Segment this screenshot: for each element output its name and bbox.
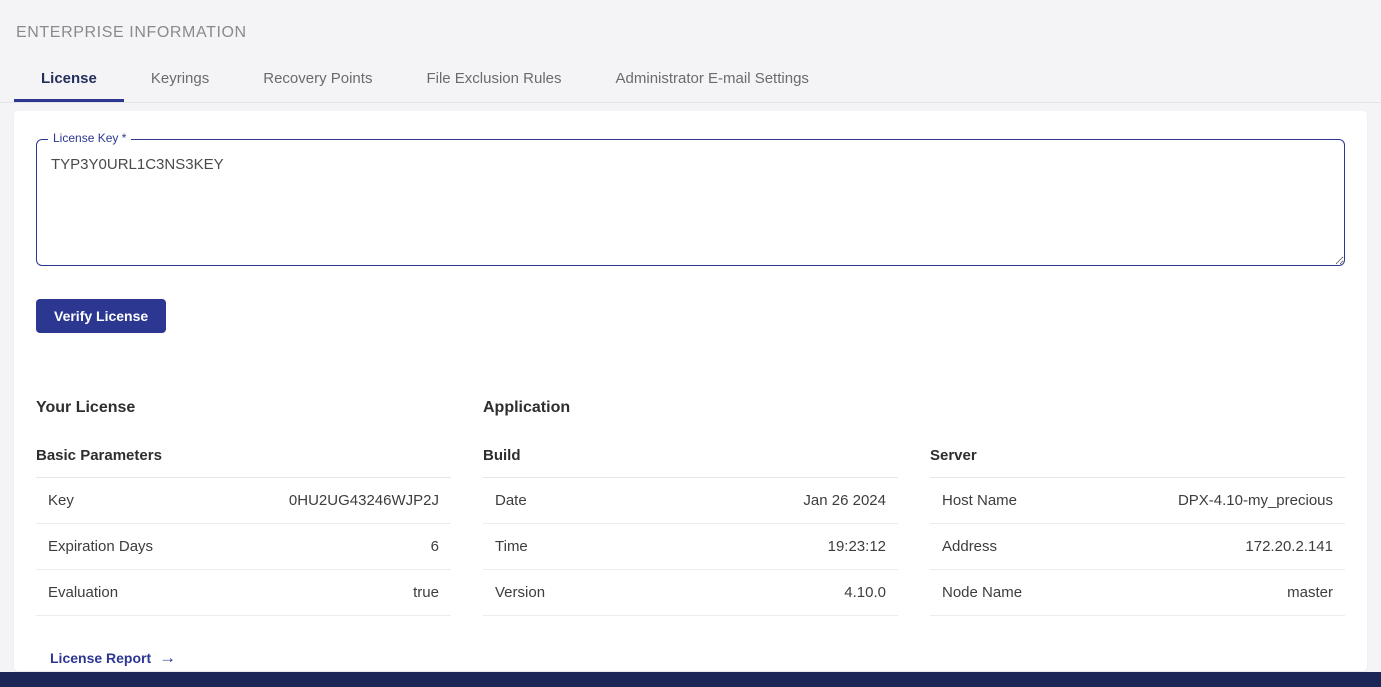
server-panel: Server Host Name DPX-4.10-my_precious Ad… [930, 447, 1345, 668]
basic-parameters-title: Basic Parameters [36, 447, 451, 478]
row-label: Expiration Days [36, 538, 153, 555]
license-report-link[interactable]: License Report → [50, 648, 176, 668]
row-value: 172.20.2.141 [1245, 538, 1345, 555]
build-title: Build [483, 447, 898, 478]
tab-bar: License Keyrings Recovery Points File Ex… [0, 58, 1381, 103]
server-title: Server [930, 447, 1345, 478]
your-license-heading: Your License [36, 399, 451, 417]
tab-administrator-email-settings-label: Administrator E-mail Settings [616, 70, 809, 87]
row-value: 19:23:12 [828, 538, 898, 555]
row-label: Node Name [930, 584, 1022, 601]
footer-bar [0, 672, 1381, 687]
tab-recovery-points-label: Recovery Points [263, 70, 372, 87]
tab-administrator-email-settings[interactable]: Administrator E-mail Settings [589, 58, 836, 102]
tab-file-exclusion-rules-label: File Exclusion Rules [426, 70, 561, 87]
tab-file-exclusion-rules[interactable]: File Exclusion Rules [399, 58, 588, 102]
enterprise-information-page: ENTERPRISE INFORMATION License Keyrings … [0, 0, 1381, 671]
license-card: License Key * TYP3Y0URL1C3NS3KEY Verify … [14, 111, 1367, 671]
row-label: Time [483, 538, 528, 555]
table-row: Expiration Days 6 [36, 524, 451, 570]
page-title: ENTERPRISE INFORMATION [0, 0, 1381, 58]
row-label: Host Name [930, 492, 1017, 509]
table-row: Date Jan 26 2024 [483, 478, 898, 524]
table-row: Host Name DPX-4.10-my_precious [930, 478, 1345, 524]
row-value: true [413, 584, 451, 601]
table-row: Node Name master [930, 570, 1345, 616]
application-heading: Application [483, 399, 898, 417]
license-key-field: License Key * TYP3Y0URL1C3NS3KEY [36, 139, 1345, 271]
tab-recovery-points[interactable]: Recovery Points [236, 58, 399, 102]
row-value: master [1287, 584, 1345, 601]
tab-license[interactable]: License [14, 58, 124, 102]
table-row: Version 4.10.0 [483, 570, 898, 616]
row-value: 6 [431, 538, 451, 555]
row-label: Key [36, 492, 74, 509]
row-label: Version [483, 584, 545, 601]
row-label: Address [930, 538, 997, 555]
row-label: Date [483, 492, 527, 509]
license-info-grid: Your License Application Basic Parameter… [36, 399, 1345, 668]
tab-license-label: License [41, 70, 97, 87]
row-value: Jan 26 2024 [803, 492, 898, 509]
table-row: Time 19:23:12 [483, 524, 898, 570]
heading-spacer [930, 399, 1345, 447]
row-value: 0HU2UG43246WJP2J [289, 492, 451, 509]
table-row: Evaluation true [36, 570, 451, 616]
verify-license-button[interactable]: Verify License [36, 299, 166, 333]
basic-parameters-panel: Basic Parameters Key 0HU2UG43246WJP2J Ex… [36, 447, 451, 668]
table-row: Key 0HU2UG43246WJP2J [36, 478, 451, 524]
license-report-label: License Report [50, 650, 151, 666]
build-panel: Build Date Jan 26 2024 Time 19:23:12 Ver… [483, 447, 898, 668]
tab-keyrings[interactable]: Keyrings [124, 58, 236, 102]
tab-keyrings-label: Keyrings [151, 70, 209, 87]
license-key-input[interactable]: TYP3Y0URL1C3NS3KEY [36, 139, 1345, 266]
row-value: DPX-4.10-my_precious [1178, 492, 1345, 509]
table-row: Address 172.20.2.141 [930, 524, 1345, 570]
arrow-right-icon: → [159, 648, 176, 668]
row-label: Evaluation [36, 584, 118, 601]
license-key-label: License Key * [48, 131, 131, 146]
row-value: 4.10.0 [844, 584, 898, 601]
